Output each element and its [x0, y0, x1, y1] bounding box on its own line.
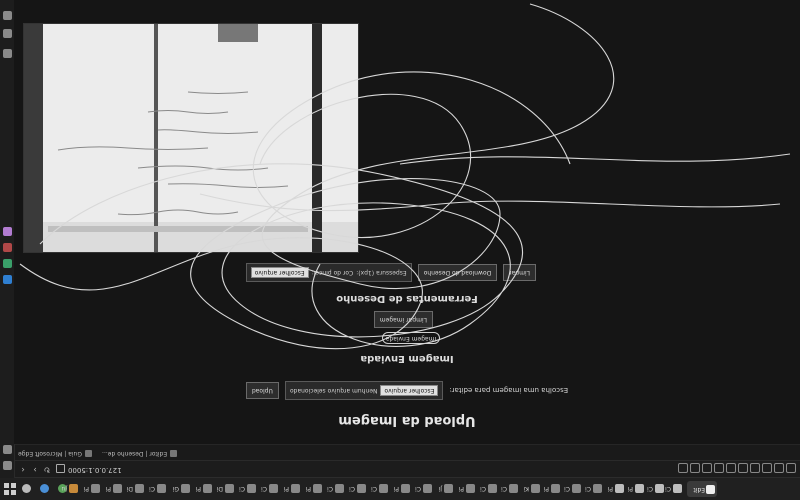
- taskbar-app-23[interactable]: Pi: [196, 482, 212, 496]
- favorite-item-2[interactable]: Editor | Desenho de...: [102, 450, 178, 457]
- sidebar-add-icon[interactable]: [3, 49, 12, 58]
- taskbar-search-icon[interactable]: [22, 482, 31, 496]
- extensions-icon[interactable]: [750, 463, 760, 473]
- brush-file-button[interactable]: Escolher arquivo: [250, 267, 309, 278]
- bookmark-icon[interactable]: [690, 463, 700, 473]
- start-button[interactable]: [4, 483, 16, 495]
- upload-label: Escolha uma imagem para editar:: [449, 386, 569, 395]
- taskbar-app-15[interactable]: Ci: [371, 482, 388, 496]
- lock-icon: [56, 464, 65, 473]
- split-icon[interactable]: [702, 463, 712, 473]
- taskbar-active-icon: [706, 485, 715, 494]
- taskbar-app-17[interactable]: Ci: [327, 482, 344, 496]
- share-icon[interactable]: [738, 463, 748, 473]
- url-text[interactable]: 127.0.0.1:5000: [68, 466, 122, 474]
- taskbar-edge-icon[interactable]: [40, 482, 49, 496]
- taskbar-app-4[interactable]: Pi: [608, 482, 624, 496]
- refresh-icon[interactable]: ↻: [42, 464, 52, 474]
- taskbar-app-16[interactable]: Ci: [349, 482, 366, 496]
- browser-sidebar: [0, 0, 15, 478]
- settings-icon[interactable]: [786, 463, 796, 473]
- taskbar-app-18[interactable]: Pi: [306, 482, 322, 496]
- taskbar-app-8[interactable]: Ki: [523, 482, 540, 496]
- taskbar-app-24[interactable]: Gi: [173, 482, 190, 496]
- browser-address-bar: ‹ › ↻ 127.0.0.1:5000: [14, 460, 800, 477]
- page-title: Upload da Imagem: [338, 413, 476, 428]
- sidebar-copilot-icon[interactable]: [3, 461, 12, 470]
- taskbar-app-27[interactable]: Pi: [106, 482, 122, 496]
- taskbar-app-19[interactable]: Pi: [284, 482, 300, 496]
- taskbar-active-label: Edit: [693, 486, 705, 493]
- collections-icon[interactable]: [762, 463, 772, 473]
- upload-button[interactable]: Upload: [245, 382, 279, 399]
- whiteboard-photo: [24, 24, 358, 252]
- profile-icon[interactable]: [678, 463, 688, 473]
- sent-image-badge: Imagem Enviada: [382, 332, 440, 344]
- favorites-icon[interactable]: [774, 463, 784, 473]
- taskbar-app-7[interactable]: Pi: [544, 482, 560, 496]
- taskbar-app-12[interactable]: Ji: [439, 482, 453, 496]
- page-content: Upload da Imagem Escolha uma imagem para…: [14, 0, 800, 444]
- taskbar-app-11[interactable]: Pi: [459, 482, 475, 496]
- taskbar-app-6[interactable]: Ci: [564, 482, 581, 496]
- sidebar-outlook-icon[interactable]: [3, 275, 12, 284]
- file-status: Nenhum arquivo selecionado: [289, 387, 378, 394]
- favorites-bar: Guia | Microsoft Edge Editor | Desenho d…: [14, 444, 800, 460]
- taskbar-app-1[interactable]: Ci: [665, 482, 682, 496]
- taskbar-app-5[interactable]: Ci: [585, 482, 602, 496]
- taskbar-app-13[interactable]: Ci: [415, 482, 432, 496]
- drawing-canvas[interactable]: [23, 23, 359, 253]
- drawing-tools-heading: Ferramentas de Desenho: [336, 293, 478, 304]
- taskbar-app-2[interactable]: Ci: [647, 482, 664, 496]
- screen: Edit Ci Ci Pi Pi Ci Ci Pi Ki Ci Ci Pi Ji…: [0, 0, 800, 500]
- copilot-icon[interactable]: [714, 463, 724, 473]
- taskbar-app-10[interactable]: Ci: [480, 482, 497, 496]
- brush-controls[interactable]: Espessura (1px): Cor do pincel: Escolher…: [245, 263, 412, 282]
- taskbar-app-28[interactable]: Pi: [84, 482, 100, 496]
- brush-size-label: Espessura (1px):: [356, 269, 407, 276]
- sidebar-tools-icon[interactable]: [3, 243, 12, 252]
- taskbar-app-26[interactable]: Di: [127, 482, 144, 496]
- clear-image-button[interactable]: Limpar imagem: [373, 311, 433, 328]
- taskbar: Edit Ci Ci Pi Pi Ci Ci Pi Ki Ci Ci Pi Ji…: [0, 477, 800, 500]
- back-icon[interactable]: ‹: [18, 464, 28, 474]
- sidebar-games-icon[interactable]: [3, 259, 12, 268]
- forward-icon[interactable]: ›: [30, 464, 40, 474]
- upload-row: Escolha uma imagem para editar: Escolher…: [14, 381, 800, 400]
- choose-file-button[interactable]: Escolher arquivo: [380, 385, 439, 396]
- taskbar-app-22[interactable]: Di: [217, 482, 234, 496]
- download-drawing-button[interactable]: Download do Desenho: [417, 264, 498, 281]
- taskbar-app-20[interactable]: Ci: [261, 482, 278, 496]
- drawing-tools-row: Limpar Download do Desenho Espessura (1p…: [245, 263, 536, 282]
- taskbar-app-3[interactable]: Pi: [628, 482, 644, 496]
- clear-drawing-button[interactable]: Limpar: [503, 264, 536, 281]
- taskbar-app-9[interactable]: Ci: [501, 482, 518, 496]
- taskbar-app-29[interactable]: Ju: [61, 482, 78, 496]
- file-input[interactable]: Escolher arquivo Nenhum arquivo selecion…: [284, 381, 444, 400]
- favorite-item-1[interactable]: Guia | Microsoft Edge: [18, 450, 92, 457]
- read-aloud-icon[interactable]: [726, 463, 736, 473]
- sidebar-office-icon[interactable]: [3, 227, 12, 236]
- taskbar-app-25[interactable]: Ci: [149, 482, 166, 496]
- taskbar-active-window[interactable]: Edit: [687, 481, 717, 497]
- sent-image-heading: Imagem Enviada: [360, 353, 454, 364]
- brush-color-label: Cor do pincel:: [311, 269, 354, 276]
- sidebar-search-icon[interactable]: [3, 445, 12, 454]
- sidebar-more-icon[interactable]: [3, 11, 12, 20]
- taskbar-app-21[interactable]: Ci: [239, 482, 256, 496]
- taskbar-app-14[interactable]: Pi: [394, 482, 410, 496]
- sidebar-settings-icon[interactable]: [3, 29, 12, 38]
